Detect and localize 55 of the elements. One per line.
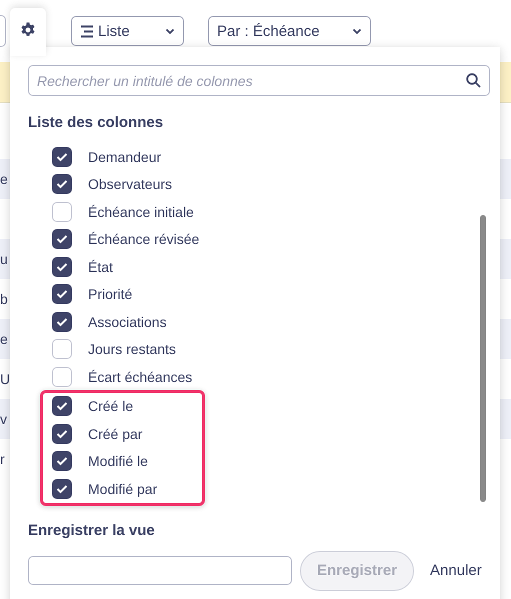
column-label: Demandeur xyxy=(88,148,162,165)
checkbox[interactable] xyxy=(52,174,72,194)
list-icon xyxy=(80,24,94,38)
column-label: Échéance initiale xyxy=(88,204,194,220)
column-label: Modifié par xyxy=(88,480,158,497)
cancel-link[interactable]: Annuler xyxy=(430,562,482,579)
column-label: Associations xyxy=(88,314,167,330)
settings-tab[interactable] xyxy=(10,8,46,56)
checkbox[interactable] xyxy=(52,312,72,332)
table-cell: e xyxy=(0,171,8,187)
sort-select[interactable]: Par : Échéance xyxy=(208,16,371,46)
check-icon xyxy=(56,152,68,162)
check-icon xyxy=(56,262,68,272)
table-cell: r xyxy=(0,451,5,467)
column-label: Jours restants xyxy=(88,341,176,358)
section-heading: Enregistrer la vue xyxy=(28,522,156,538)
check-icon xyxy=(56,401,68,412)
check-icon xyxy=(56,428,68,439)
check-icon xyxy=(56,456,68,466)
checkbox[interactable] xyxy=(52,451,72,472)
check-icon xyxy=(56,179,68,190)
search-input[interactable]: Rechercher un intitulé de colonnes xyxy=(37,72,466,88)
checkbox[interactable] xyxy=(52,478,72,499)
chevron-down-icon xyxy=(165,28,175,34)
column-label: Échéance révisée xyxy=(88,231,200,248)
column-label: Observateurs xyxy=(88,176,172,192)
checkbox[interactable] xyxy=(52,424,72,444)
column-label: Créé le xyxy=(88,398,134,414)
column-label: Priorité xyxy=(88,286,132,302)
checkbox[interactable] xyxy=(52,256,72,277)
check-icon xyxy=(56,289,68,300)
checkbox[interactable] xyxy=(52,396,72,416)
search-field[interactable]: Rechercher un intitulé de colonnes xyxy=(28,65,490,96)
search-icon xyxy=(466,73,481,88)
settings-icon xyxy=(20,22,36,38)
scrollbar[interactable] xyxy=(480,215,486,502)
table-cell: b xyxy=(0,291,8,307)
table-cell: u xyxy=(0,251,8,267)
table-cell: v xyxy=(0,411,7,427)
check-icon xyxy=(56,234,68,244)
column-label: Créé par xyxy=(88,426,142,442)
check-icon xyxy=(56,316,68,327)
table-cell: U xyxy=(0,371,10,387)
checkbox[interactable] xyxy=(52,284,72,304)
checkbox[interactable] xyxy=(52,146,72,167)
checkbox[interactable] xyxy=(52,229,72,250)
column-label: Écart échéances xyxy=(88,368,192,385)
column-label: État xyxy=(88,258,113,275)
view-name-field[interactable] xyxy=(28,556,292,585)
column-label: Modifié le xyxy=(88,453,148,470)
view-select[interactable]: Liste xyxy=(71,16,184,46)
section-heading: Liste des colonnes xyxy=(28,114,164,131)
check-icon xyxy=(56,484,68,494)
chevron-down-icon xyxy=(352,28,362,34)
table-cell: e xyxy=(0,331,8,347)
